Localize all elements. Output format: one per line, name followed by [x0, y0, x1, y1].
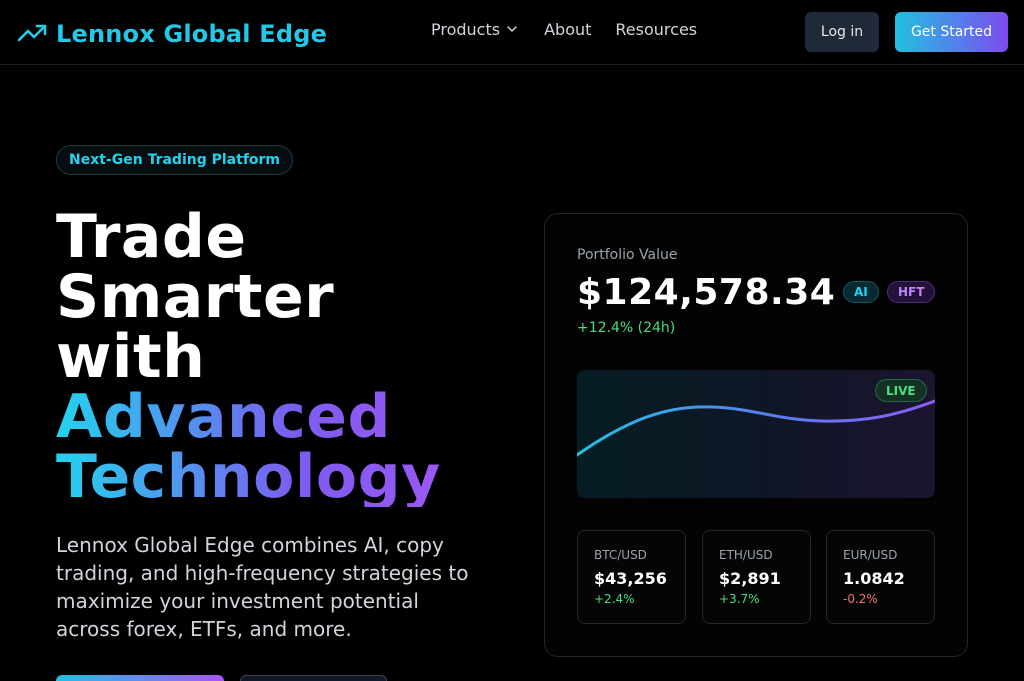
portfolio-sparkline: LIVE — [577, 370, 935, 498]
ticker-symbol: EUR/USD — [843, 548, 898, 562]
ticker-card-eur[interactable]: EUR/USD 1.0842 -0.2% — [826, 530, 935, 624]
ticker-list: BTC/USD $43,256 +2.4% ETH/USD $2,891 +3.… — [577, 530, 935, 624]
chevron-down-icon — [506, 20, 518, 39]
headline-gradient-line: Advanced — [56, 387, 496, 447]
get-started-button[interactable]: Get Started — [895, 12, 1008, 52]
headline-line: Smarter — [56, 262, 335, 332]
nav-products-label: Products — [431, 20, 501, 39]
nav-about-link[interactable]: About — [544, 20, 591, 39]
ticker-card-eth[interactable]: ETH/USD $2,891 +3.7% — [702, 530, 811, 624]
primary-cta-button[interactable] — [56, 675, 224, 681]
nav-products-dropdown[interactable]: Products — [431, 20, 518, 39]
top-nav: Lennox Global Edge Products About Resour… — [0, 0, 1024, 65]
portfolio-label: Portfolio Value — [577, 247, 678, 263]
ticker-card-btc[interactable]: BTC/USD $43,256 +2.4% — [577, 530, 686, 624]
ticker-change: -0.2% — [843, 592, 878, 606]
hero-badge: Next-Gen Trading Platform — [56, 145, 294, 175]
hero-subtitle: Lennox Global Edge combines AI, copy tra… — [56, 533, 469, 641]
ticker-change: +3.7% — [719, 592, 760, 606]
login-button[interactable]: Log in — [805, 12, 879, 52]
headline-gradient-line: Technology — [56, 447, 496, 507]
ticker-symbol: BTC/USD — [594, 548, 647, 562]
portfolio-card: Portfolio Value $124,578.34 AI HFT +12.4… — [544, 213, 968, 657]
trending-up-icon — [16, 16, 48, 52]
nav-links: Products About Resources — [431, 20, 697, 39]
ticker-change: +2.4% — [594, 592, 635, 606]
secondary-cta-button[interactable] — [240, 675, 387, 681]
hero-headline: Trade Smarter with Advanced Technology — [56, 207, 496, 507]
headline-line: Trade — [56, 202, 247, 272]
ticker-symbol: ETH/USD — [719, 548, 773, 562]
brand-logo[interactable]: Lennox Global Edge — [16, 16, 327, 52]
nav-resources-link[interactable]: Resources — [615, 20, 697, 39]
headline-line: with — [56, 322, 206, 392]
ticker-price: $43,256 — [594, 569, 667, 588]
ticker-price: 1.0842 — [843, 569, 905, 588]
portfolio-change: +12.4% (24h) — [577, 320, 676, 336]
portfolio-value: $124,578.34 — [577, 272, 836, 313]
live-badge: LIVE — [875, 379, 927, 402]
hft-tag: HFT — [887, 281, 936, 303]
ai-tag: AI — [843, 281, 879, 303]
brand-name: Lennox Global Edge — [56, 20, 328, 48]
ticker-price: $2,891 — [719, 569, 781, 588]
